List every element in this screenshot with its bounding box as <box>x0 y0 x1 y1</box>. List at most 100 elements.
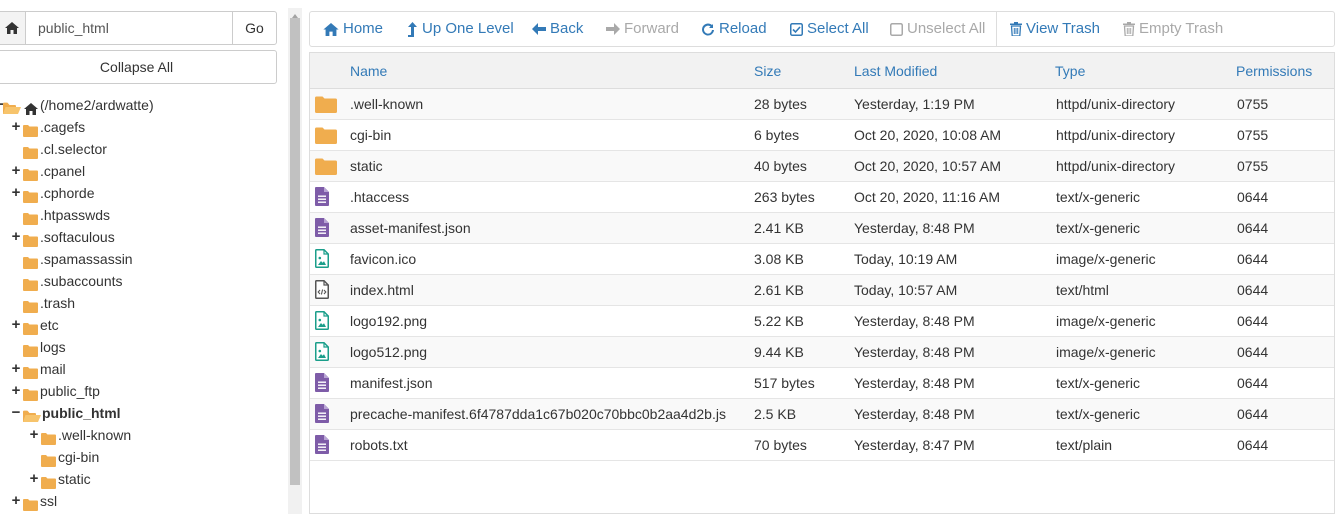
file-name[interactable]: manifest.json <box>350 368 432 398</box>
table-row[interactable]: logo512.png 9.44 KB Yesterday, 8:48 PM imag… <box>310 337 1334 368</box>
tree-item-label[interactable]: .htpasswds <box>40 204 110 226</box>
tree-item-label[interactable]: .softaculous <box>40 226 115 248</box>
file-name[interactable]: index.html <box>350 275 414 305</box>
file-name[interactable]: logo192.png <box>350 306 427 336</box>
tree-item[interactable]: + etc <box>0 314 288 336</box>
tree-item[interactable]: .trash <box>0 292 288 314</box>
expand-toggle[interactable]: + <box>10 226 22 248</box>
tree-item[interactable]: .subaccounts <box>0 270 288 292</box>
forward-button[interactable]: Forward <box>606 12 679 46</box>
tree-item-label[interactable]: public_html <box>42 402 121 424</box>
file-name[interactable]: .htaccess <box>350 182 409 212</box>
folder-icon <box>315 158 337 178</box>
file-name[interactable]: cgi-bin <box>350 120 391 150</box>
expand-toggle[interactable]: + <box>28 468 40 490</box>
file-name[interactable]: favicon.ico <box>350 244 416 274</box>
column-header-permissions[interactable]: Permissions <box>1236 53 1312 89</box>
expand-toggle[interactable]: + <box>10 116 22 138</box>
expand-toggle[interactable]: + <box>10 160 22 182</box>
image-file-icon <box>315 342 329 364</box>
expand-toggle[interactable]: + <box>10 358 22 380</box>
table-row[interactable]: manifest.json 517 bytes Yesterday, 8:48 PM… <box>310 368 1334 399</box>
expand-toggle[interactable]: + <box>10 380 22 402</box>
tree-item-label[interactable]: .spamassassin <box>40 248 133 270</box>
table-row[interactable]: static 40 bytes Oct 20, 2020, 10:57 AM http… <box>310 151 1334 182</box>
view-trash-button[interactable]: View Trash <box>1010 12 1100 46</box>
tree-item[interactable]: −(/home2/ardwatte) <box>0 94 288 116</box>
tree-item[interactable]: + public_ftp <box>0 380 288 402</box>
tree-scrollbar[interactable] <box>288 8 302 514</box>
file-name[interactable]: robots.txt <box>350 430 408 460</box>
table-row[interactable]: cgi-bin 6 bytes Oct 20, 2020, 10:08 AM http… <box>310 120 1334 151</box>
tree-item[interactable]: + .cagefs <box>0 116 288 138</box>
unselect-all-button[interactable]: Unselect All <box>890 12 985 46</box>
tree-item[interactable]: + .well-known <box>0 424 288 446</box>
tree-item-label[interactable]: mail <box>40 358 66 380</box>
file-name[interactable]: asset-manifest.json <box>350 213 471 243</box>
column-header-name[interactable]: Name <box>350 53 387 89</box>
tree-item-label[interactable]: logs <box>40 336 66 358</box>
table-row[interactable]: favicon.ico 3.08 KB Today, 10:19 AM image/x… <box>310 244 1334 275</box>
tree-item-label[interactable]: .cagefs <box>40 116 85 138</box>
column-header-last-modified[interactable]: Last Modified <box>854 53 937 89</box>
table-row[interactable]: robots.txt 70 bytes Yesterday, 8:47 PM text… <box>310 430 1334 461</box>
tree-item[interactable]: + ssl <box>0 490 288 512</box>
tree-item[interactable]: logs <box>0 336 288 358</box>
go-button[interactable]: Go <box>232 11 277 45</box>
tree-item-label[interactable]: .cpanel <box>40 160 85 182</box>
expand-toggle[interactable]: + <box>10 182 22 204</box>
tree-item-label[interactable]: etc <box>40 314 59 336</box>
tree-item-label[interactable]: (/home2/ardwatte) <box>40 94 154 116</box>
file-name[interactable]: precache-manifest.6f4787dda1c67b020c70bb… <box>350 399 726 429</box>
tree-item-label[interactable]: .subaccounts <box>40 270 123 292</box>
expand-toggle[interactable]: + <box>10 490 22 512</box>
empty-trash-button[interactable]: Empty Trash <box>1123 12 1223 46</box>
table-row[interactable]: logo192.png 5.22 KB Yesterday, 8:48 PM imag… <box>310 306 1334 337</box>
column-header-size[interactable]: Size <box>754 53 781 89</box>
tree-item[interactable]: .htpasswds <box>0 204 288 226</box>
tree-item[interactable]: .spamassassin <box>0 248 288 270</box>
column-header-type[interactable]: Type <box>1055 53 1085 89</box>
expand-toggle[interactable]: + <box>10 314 22 336</box>
tree-item-label[interactable]: .cl.selector <box>40 138 107 160</box>
reload-button[interactable]: Reload <box>701 12 767 46</box>
tree-item-label[interactable]: .well-known <box>58 424 131 446</box>
select-all-button[interactable]: Select All <box>790 12 869 46</box>
tree-item[interactable]: + mail <box>0 358 288 380</box>
table-row[interactable]: .htaccess 263 bytes Oct 20, 2020, 11:16 AM… <box>310 182 1334 213</box>
tree-item-label[interactable]: .trash <box>40 292 75 314</box>
back-label: Back <box>550 20 584 37</box>
tree-item[interactable]: + static <box>0 468 288 490</box>
scroll-up-arrow-icon[interactable] <box>288 8 302 18</box>
collapse-toggle[interactable]: − <box>10 402 22 424</box>
table-row[interactable]: index.html 2.61 KB Today, 10:57 AM text/htm… <box>310 275 1334 306</box>
tree-item[interactable]: .cl.selector <box>0 138 288 160</box>
collapse-all-button[interactable]: Collapse All <box>0 50 277 84</box>
tree-item[interactable]: + .cphorde <box>0 182 288 204</box>
file-name[interactable]: .well-known <box>350 89 423 119</box>
tree-item-label[interactable]: public_ftp <box>40 380 100 402</box>
table-row[interactable]: .well-known 28 bytes Yesterday, 1:19 PM htt… <box>310 89 1334 120</box>
table-row[interactable]: precache-manifest.6f4787dda1c67b020c70bb… <box>310 399 1334 430</box>
scroll-thumb[interactable] <box>290 18 300 485</box>
tree-item[interactable]: − public_html <box>0 402 288 424</box>
path-input[interactable] <box>25 11 233 45</box>
file-name[interactable]: static <box>350 151 383 181</box>
tree-item-label[interactable]: ssl <box>40 490 57 512</box>
tree-item[interactable]: + .softaculous <box>0 226 288 248</box>
file-size: 28 bytes <box>754 96 807 112</box>
tree-item[interactable]: cgi-bin <box>0 446 288 468</box>
tree-item-label[interactable]: cgi-bin <box>58 446 99 468</box>
up-one-level-button[interactable]: Up One Level <box>407 12 514 46</box>
home-button[interactable]: Home <box>323 12 383 46</box>
file-name[interactable]: logo512.png <box>350 337 427 367</box>
home-directory-button[interactable] <box>0 11 26 45</box>
table-row[interactable]: asset-manifest.json 2.41 KB Yesterday, 8:4… <box>310 213 1334 244</box>
directory-tree: −(/home2/ardwatte)+.cagefs.cl.selector+.… <box>0 94 288 512</box>
file-size: 70 bytes <box>754 437 807 453</box>
tree-item-label[interactable]: .cphorde <box>40 182 94 204</box>
tree-item[interactable]: + .cpanel <box>0 160 288 182</box>
tree-item-label[interactable]: static <box>58 468 91 490</box>
expand-toggle[interactable]: + <box>28 424 40 446</box>
back-button[interactable]: Back <box>532 12 583 46</box>
